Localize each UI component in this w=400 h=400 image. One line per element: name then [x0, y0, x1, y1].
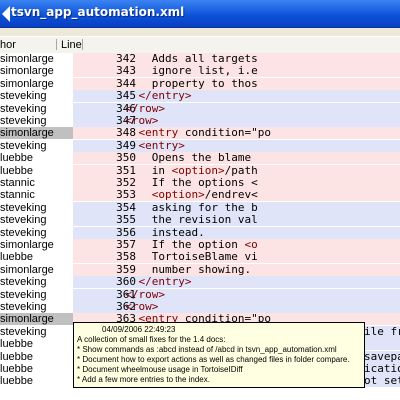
- code-line: Adds all targets: [112, 53, 258, 65]
- author-cell[interactable]: stannic: [0, 177, 73, 189]
- tooltip-message-line: * Document how to export actions as well…: [77, 355, 350, 364]
- blame-row[interactable]: steveking 362 <row>: [0, 301, 400, 313]
- author-cell[interactable]: steveking: [0, 140, 73, 152]
- blame-row[interactable]: steveking 355 the revision val: [0, 214, 400, 227]
- code-line-fragment: ot set: [364, 375, 400, 388]
- blame-row[interactable]: steveking 361 </row>: [0, 288, 400, 301]
- code-line: number showing.: [112, 263, 252, 276]
- code-line: the revision val: [112, 214, 258, 227]
- code-line: </row>: [125, 102, 165, 115]
- code-line: Opens the blame: [112, 152, 252, 165]
- column-divider[interactable]: [56, 39, 57, 50]
- tooltip-date: 04/09/2006 22:49:23: [102, 325, 176, 334]
- window-icon: [2, 6, 10, 22]
- blame-row[interactable]: steveking 347 <row>: [0, 115, 400, 127]
- author-cell[interactable]: steveking: [0, 227, 73, 239]
- tooltip-message-line: * Show commands as :abcd instead of /abc…: [77, 345, 337, 354]
- blame-row[interactable]: steveking 360 </entry>: [0, 276, 400, 289]
- blame-row[interactable]: simonlarge 348 <entry condition="po: [0, 127, 400, 140]
- tooltip-message-line: * Add a few more entries to the index.: [77, 375, 210, 384]
- author-cell[interactable]: simonlarge: [0, 65, 73, 77]
- blame-row[interactable]: simonlarge 359 number showing.: [0, 263, 400, 276]
- author-cell[interactable]: luebbe: [0, 375, 73, 387]
- code-line: <row>: [125, 115, 159, 127]
- window-title: tsvn_app_automation.xml: [11, 5, 185, 19]
- code-line: instead.: [112, 226, 205, 239]
- author-cell[interactable]: steveking: [0, 90, 73, 102]
- author-cell[interactable]: steveking: [0, 289, 73, 301]
- blame-row[interactable]: steveking 354 asking for the b: [0, 201, 400, 214]
- author-cell[interactable]: luebbe: [0, 165, 73, 177]
- author-cell[interactable]: steveking: [0, 115, 73, 127]
- code-line: ignore list, i.e: [112, 65, 258, 78]
- code-line: <option>/endrev<: [151, 189, 258, 202]
- author-cell[interactable]: simonlarge: [0, 264, 73, 276]
- author-cell[interactable]: luebbe: [0, 152, 73, 164]
- author-cell[interactable]: steveking: [0, 202, 73, 214]
- code-line: in <option>/path: [112, 164, 258, 177]
- blame-row[interactable]: steveking 349 <entry>: [0, 139, 400, 152]
- log-message-tooltip: 04/09/2006 22:49:23 A collection of small…: [73, 322, 365, 388]
- column-divider[interactable]: [82, 39, 83, 50]
- code-line-fragment: ication: [364, 363, 400, 375]
- blame-row[interactable]: steveking 346 </row>: [0, 102, 400, 115]
- code-line: <entry condition="po: [138, 127, 271, 140]
- author-cell[interactable]: stannic: [0, 189, 73, 201]
- author-cell[interactable]: steveking: [0, 214, 73, 226]
- author-cell[interactable]: luebbe: [0, 351, 73, 363]
- author-cell[interactable]: steveking: [0, 276, 73, 288]
- blame-row[interactable]: simonlarge 357 If the option <o: [0, 239, 400, 251]
- author-cell[interactable]: simonlarge: [0, 78, 73, 90]
- blame-row[interactable]: stannic 353 <option>/endrev<: [0, 189, 400, 202]
- code-line: </entry>: [138, 90, 192, 103]
- blame-row[interactable]: simonlarge 342 Adds all targets: [0, 53, 400, 65]
- title-bar[interactable]: tsvn_app_automation.xml: [0, 0, 400, 28]
- blame-row[interactable]: stannic 352 If the options <: [0, 177, 400, 189]
- author-cell[interactable]: simonlarge: [0, 53, 73, 65]
- column-header: hor Line: [0, 36, 400, 54]
- author-cell[interactable]: luebbe: [0, 338, 73, 350]
- blame-row[interactable]: luebbe 358 TortoiseBlame vi: [0, 251, 400, 264]
- author-cell[interactable]: simonlarge: [0, 313, 73, 326]
- author-cell[interactable]: simonlarge: [0, 127, 73, 140]
- blame-row[interactable]: steveking 345 </entry>: [0, 90, 400, 103]
- tooltip-message-line: A collection of small fixes for the 1.4 …: [77, 335, 226, 344]
- code-line: asking for the b: [112, 201, 258, 214]
- author-cell[interactable]: luebbe: [0, 251, 73, 263]
- blame-row[interactable]: simonlarge 344 property to thos: [0, 77, 400, 90]
- author-cell[interactable]: simonlarge: [0, 239, 73, 251]
- author-cell[interactable]: luebbe: [0, 363, 73, 375]
- author-cell[interactable]: steveking: [0, 326, 73, 338]
- author-cell[interactable]: steveking: [0, 103, 73, 115]
- author-column-header[interactable]: hor: [0, 39, 16, 51]
- code-line: </row>: [125, 288, 165, 301]
- author-cell[interactable]: steveking: [0, 301, 73, 313]
- code-line: <row>: [125, 301, 159, 313]
- code-line: <entry>: [138, 139, 185, 152]
- code-line: </entry>: [138, 276, 192, 289]
- blame-row[interactable]: luebbe 351 in <option>/path: [0, 164, 400, 177]
- code-line-fragment: ile fro: [364, 325, 400, 338]
- line-column-header[interactable]: Line: [61, 39, 82, 51]
- blame-row[interactable]: simonlarge 343 ignore list, i.e: [0, 65, 400, 78]
- code-line: property to thos: [112, 77, 258, 90]
- tooltip-message-line: * Document wheelmouse usage in TortoiseI…: [77, 365, 243, 374]
- code-line-fragment: savepat: [364, 350, 400, 363]
- code-line: If the option <o: [112, 239, 258, 251]
- blame-row[interactable]: steveking 356 instead.: [0, 226, 400, 239]
- blame-row[interactable]: luebbe 350 Opens the blame: [0, 152, 400, 165]
- code-line: If the options <: [112, 177, 258, 189]
- code-line: TortoiseBlame vi: [112, 251, 258, 264]
